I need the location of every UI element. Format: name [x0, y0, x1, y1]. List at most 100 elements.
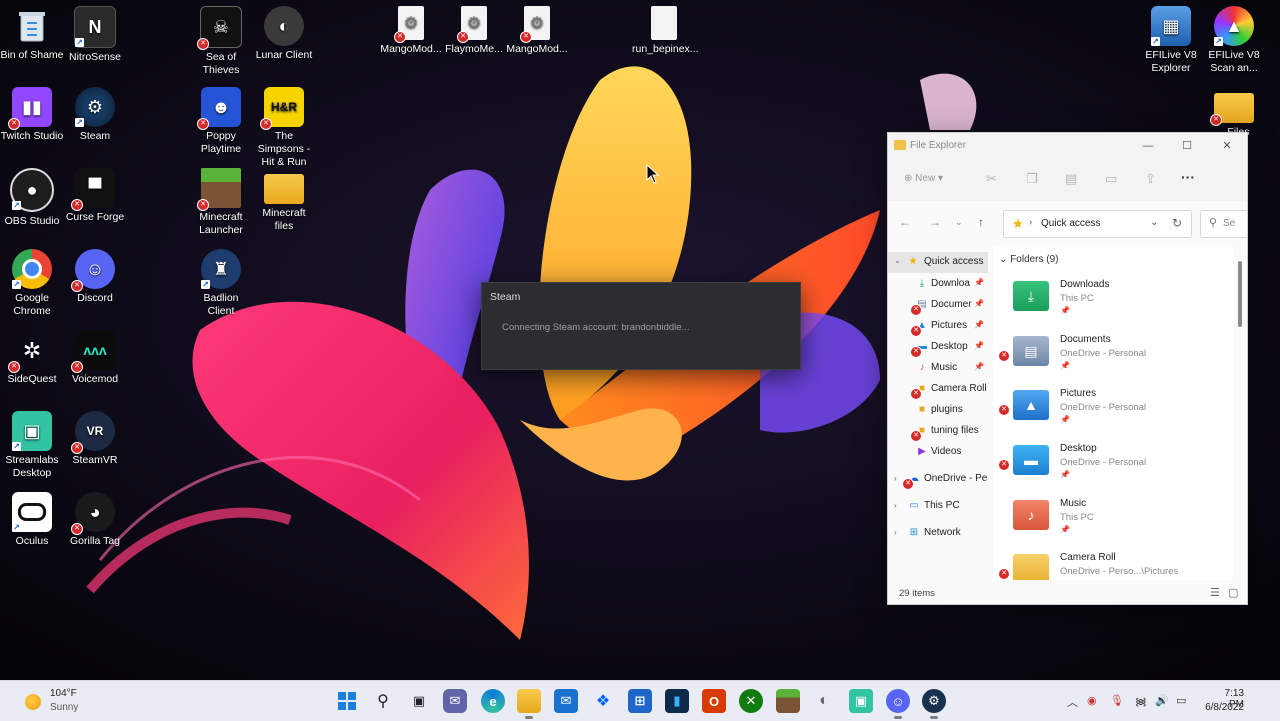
- nav-item-tuning-files[interactable]: ■ ✕ tuning files: [888, 421, 988, 442]
- desktop-icon-flaymome[interactable]: ⚙ ✕ FlaymoMe...: [442, 6, 506, 56]
- nav-item-camera-roll[interactable]: ■ ✕ Camera Roll: [888, 379, 988, 400]
- desktop-icon-lunar-client[interactable]: ◐ Lunar Client: [252, 6, 316, 62]
- office-icon[interactable]: O: [702, 689, 726, 713]
- tray-app-icon[interactable]: ◉: [1087, 694, 1097, 707]
- folders-group-header[interactable]: ⌄ Folders (9): [999, 254, 1059, 265]
- desktop-icon-steam[interactable]: ⚙ ↗ Steam: [63, 87, 127, 143]
- nav-item-this-pc[interactable]: › ▭ This PC: [888, 496, 988, 517]
- nav-item-plugins[interactable]: ■ plugins: [888, 400, 988, 421]
- edge-icon[interactable]: e: [481, 689, 505, 713]
- nav-item-videos[interactable]: ▶ Videos: [888, 442, 988, 463]
- back-arrow-icon[interactable]: ←: [899, 215, 911, 229]
- share-icon[interactable]: ⇪: [1145, 171, 1156, 187]
- sync-error-icon: ✕: [910, 304, 922, 316]
- desktop-icon-mangomod-2[interactable]: ⚙ ✕ MangoMod...: [505, 6, 569, 56]
- desktop-icon-sidequest[interactable]: ✲ ✕ SideQuest: [0, 330, 64, 386]
- microsoft-store-icon[interactable]: ⊞: [628, 689, 652, 713]
- new-button[interactable]: ⊕ New ▾: [904, 173, 943, 184]
- xbox-icon[interactable]: ✕: [739, 689, 763, 713]
- minecraft-icon[interactable]: [776, 689, 800, 713]
- desktop-icon-efilive-scan[interactable]: ▲ ↗ EFILive V8 Scan an...: [1202, 6, 1266, 75]
- desktop-icon-nitrosense[interactable]: N ↗ NitroSense: [63, 6, 127, 64]
- nav-item-documents[interactable]: ▤ ✕ Documer 📌: [888, 295, 988, 316]
- desktop-icon-minecraft-launcher[interactable]: ✕ Minecraft Launcher: [189, 168, 253, 237]
- desktop-icon-google-chrome[interactable]: ↗ Google Chrome: [0, 249, 64, 318]
- dropbox-icon[interactable]: ❖: [591, 689, 615, 713]
- folder-item-documents[interactable]: ✕ ▤ Documents OneDrive - Personal 📌: [993, 332, 1233, 386]
- up-arrow-icon[interactable]: ↑: [978, 215, 984, 229]
- search-icon[interactable]: ⚲: [371, 689, 395, 713]
- error-badge-icon: ✕: [260, 118, 272, 130]
- paste-icon[interactable]: ▤: [1065, 171, 1077, 187]
- desktop-icon-bin-of-shame[interactable]: Bin of Shame: [0, 6, 64, 62]
- start-button[interactable]: [335, 689, 359, 713]
- folder-item-pictures[interactable]: ✕ ▲ Pictures OneDrive - Personal 📌: [993, 386, 1233, 440]
- desktop-icon-voicemod[interactable]: ʌʌʌ ✕ Voicemod: [63, 330, 127, 386]
- desktop-icon-mangomod-1[interactable]: ⚙ ✕ MangoMod...: [379, 6, 443, 56]
- copy-icon[interactable]: ❐: [1026, 171, 1038, 187]
- expand-chevron-icon[interactable]: ›: [894, 528, 897, 537]
- discord-taskbar-icon[interactable]: ☺: [886, 689, 910, 719]
- refresh-icon[interactable]: ↻: [1172, 216, 1182, 230]
- folder-item-desktop[interactable]: ✕ ▬ Desktop OneDrive - Personal 📌: [993, 441, 1233, 495]
- details-view-icon[interactable]: ☰: [1210, 586, 1220, 599]
- expand-chevron-icon[interactable]: ›: [894, 501, 897, 510]
- folder-item-downloads[interactable]: ⤓ Downloads This PC 📌: [993, 277, 1233, 331]
- speaker-icon[interactable]: 🔊: [1155, 694, 1169, 707]
- desktop-icon-gorilla-tag[interactable]: ◕ ✕ Gorilla Tag: [63, 492, 127, 548]
- folder-item-music[interactable]: ♪ Music This PC 📌: [993, 496, 1233, 550]
- steam-taskbar-icon[interactable]: ⚙: [922, 689, 946, 719]
- recent-locations-chevron-icon[interactable]: ⌄: [955, 217, 963, 228]
- more-options-icon[interactable]: ···: [1181, 169, 1195, 185]
- expand-chevron-icon[interactable]: ›: [894, 474, 897, 483]
- search-input[interactable]: ⚲ Se: [1200, 210, 1247, 238]
- tiles-view-icon[interactable]: ▢: [1228, 586, 1238, 599]
- clock-date[interactable]: 6/8/2022: [1199, 702, 1244, 713]
- nav-item-network[interactable]: › ⊞ Network: [888, 523, 988, 544]
- address-box[interactable]: ★ › Quick access ⌄ ↻: [1003, 210, 1192, 238]
- desktop-icon-steamvr[interactable]: VR ✕ SteamVR: [63, 411, 127, 467]
- teams-chat-icon[interactable]: ✉: [443, 689, 467, 713]
- desktop-icon-simpsons-hit-and-run[interactable]: H&R ✕ The Simpsons - Hit & Run: [252, 87, 316, 169]
- desktop-icon-minecraft-files[interactable]: Minecraft files: [252, 168, 316, 233]
- address-dropdown-icon[interactable]: ⌄: [1150, 217, 1158, 228]
- desktop-icon-obs-studio[interactable]: ● ↗ OBS Studio: [0, 168, 64, 228]
- vertical-scrollbar[interactable]: [1238, 261, 1242, 327]
- nav-item-pictures[interactable]: ▲ ✕ Pictures 📌: [888, 316, 988, 337]
- microphone-icon[interactable]: 🎙: [1110, 694, 1124, 707]
- desktop-icon-badlion-client[interactable]: ♜ ↗ Badlion Client: [189, 249, 253, 318]
- nav-item-desktop[interactable]: ▬ ✕ Desktop 📌: [888, 337, 988, 358]
- streamlabs-taskbar-icon[interactable]: ▣: [849, 689, 873, 713]
- mail-icon[interactable]: ✉: [554, 689, 578, 713]
- nav-item-onedrive[interactable]: › ☁ ✕ OneDrive - Pe: [888, 469, 988, 490]
- forward-arrow-icon[interactable]: →: [929, 215, 941, 229]
- task-view-icon[interactable]: ▣: [407, 689, 431, 713]
- desktop-icon-efilive-explorer[interactable]: ▦ ↗ EFILive V8 Explorer: [1139, 6, 1203, 75]
- nav-label: plugins: [931, 404, 963, 415]
- desktop-icon-streamlabs[interactable]: ▣ ↗ Streamlabs Desktop: [0, 411, 64, 480]
- desktop-icon-twitch-studio[interactable]: ▮▮ ✕ Twitch Studio: [0, 87, 64, 143]
- wifi-icon[interactable]: ᯼: [1135, 694, 1147, 709]
- nav-item-downloads[interactable]: ⤓ Downloa 📌: [888, 274, 988, 295]
- desktop-icon-run-bepinex[interactable]: run_bepinex...: [632, 6, 699, 56]
- expand-chevron-icon[interactable]: ⌄: [894, 256, 901, 265]
- maximize-icon[interactable]: ☐: [1177, 137, 1197, 155]
- explorer-titlebar[interactable]: File Explorer — ☐ ✕: [888, 133, 1247, 159]
- chevron-up-icon[interactable]: ︿: [1067, 694, 1078, 710]
- desktop-icon-sea-of-thieves[interactable]: ☠ ✕ Sea of Thieves: [189, 6, 253, 77]
- desktop-icon-poppy-playtime[interactable]: ☻ ✕ Poppy Playtime: [189, 87, 253, 156]
- file-explorer-taskbar-icon[interactable]: [517, 689, 541, 719]
- minimize-icon[interactable]: —: [1138, 137, 1158, 155]
- lunar-client-taskbar-icon[interactable]: ◐: [812, 689, 836, 713]
- cut-icon[interactable]: ✂: [986, 171, 997, 187]
- blue-app-icon[interactable]: ▮: [665, 689, 689, 713]
- nav-item-quick-access[interactable]: ⌄ ★ Quick access: [888, 252, 988, 273]
- desktop-icon-curse-forge[interactable]: ▀ ✕ Curse Forge: [63, 168, 127, 224]
- desktop-icon-oculus[interactable]: ↗ Oculus: [0, 492, 64, 548]
- battery-icon[interactable]: ▭: [1176, 694, 1186, 707]
- rename-icon[interactable]: ▭: [1105, 171, 1117, 187]
- desktop-icon-label: Steam: [79, 130, 111, 142]
- nav-item-music[interactable]: ♪ Music 📌: [888, 358, 988, 379]
- close-icon[interactable]: ✕: [1217, 137, 1237, 155]
- desktop-icon-discord[interactable]: ☺ ✕ Discord: [63, 249, 127, 305]
